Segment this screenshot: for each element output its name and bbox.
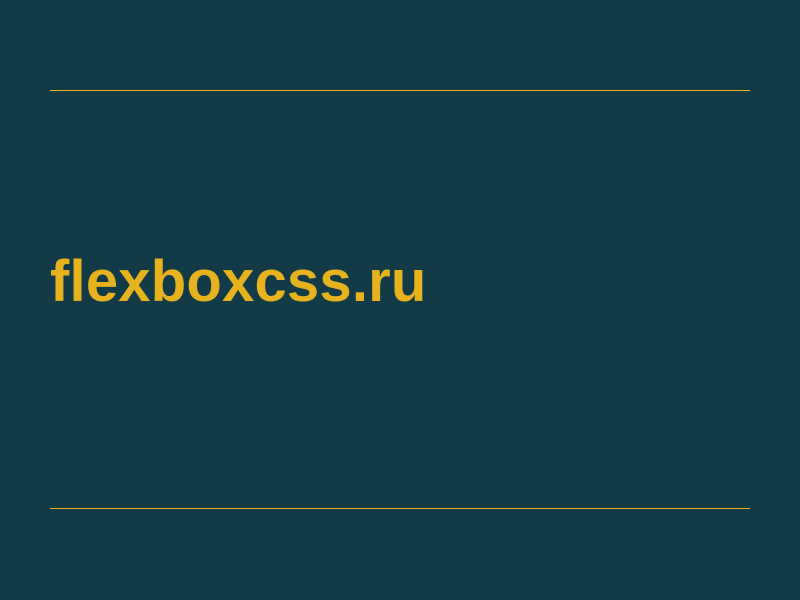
page-title: flexboxcss.ru	[50, 248, 427, 315]
bottom-divider	[50, 508, 750, 509]
top-divider	[50, 90, 750, 91]
